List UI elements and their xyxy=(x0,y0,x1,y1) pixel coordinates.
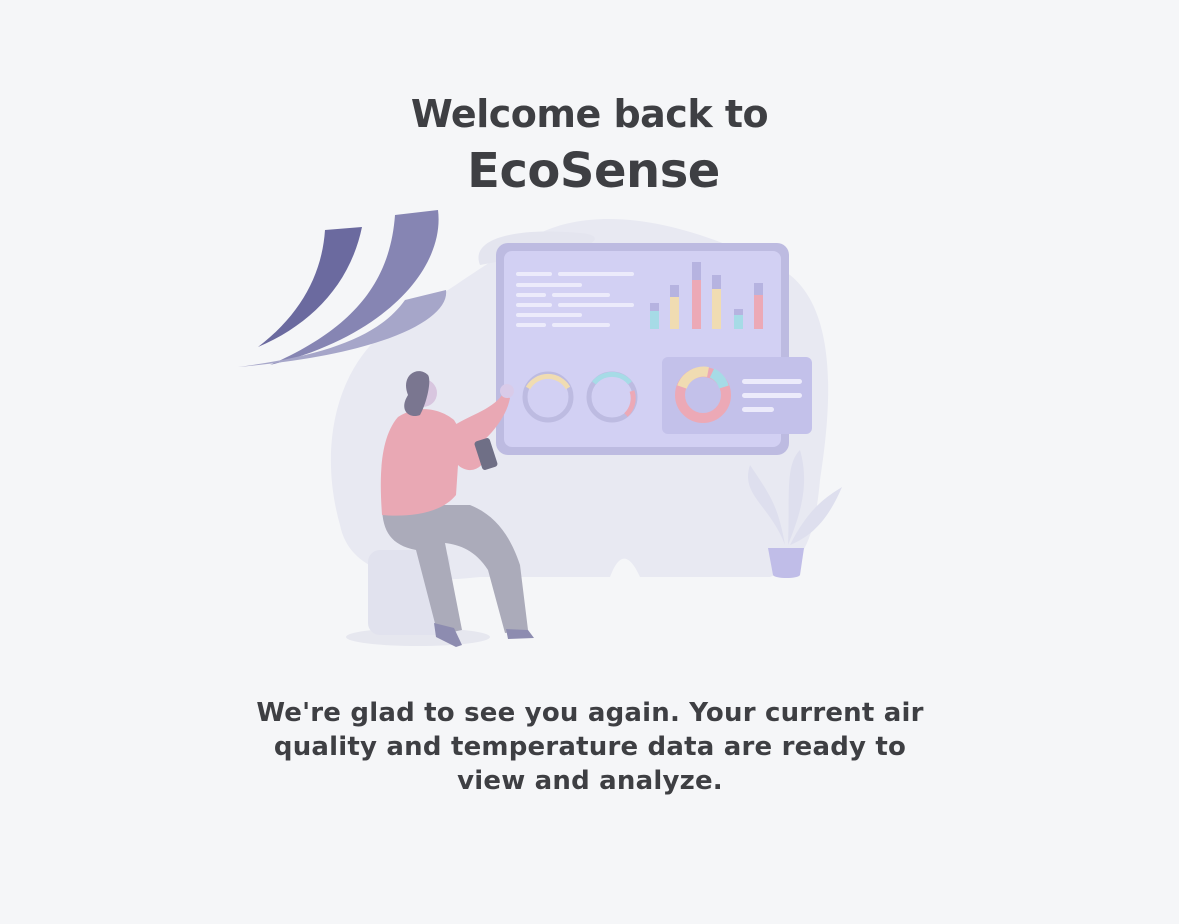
welcome-heading: Welcome back to xyxy=(410,92,769,136)
app-name-title: EcoSense xyxy=(467,143,720,199)
welcome-message: We're glad to see you again. Your curren… xyxy=(256,698,924,796)
welcome-screen: Welcome back to EcoSense We're glad to s… xyxy=(0,0,1179,924)
plant-pot xyxy=(768,548,804,578)
dashboard-illustration-icon xyxy=(238,210,842,647)
